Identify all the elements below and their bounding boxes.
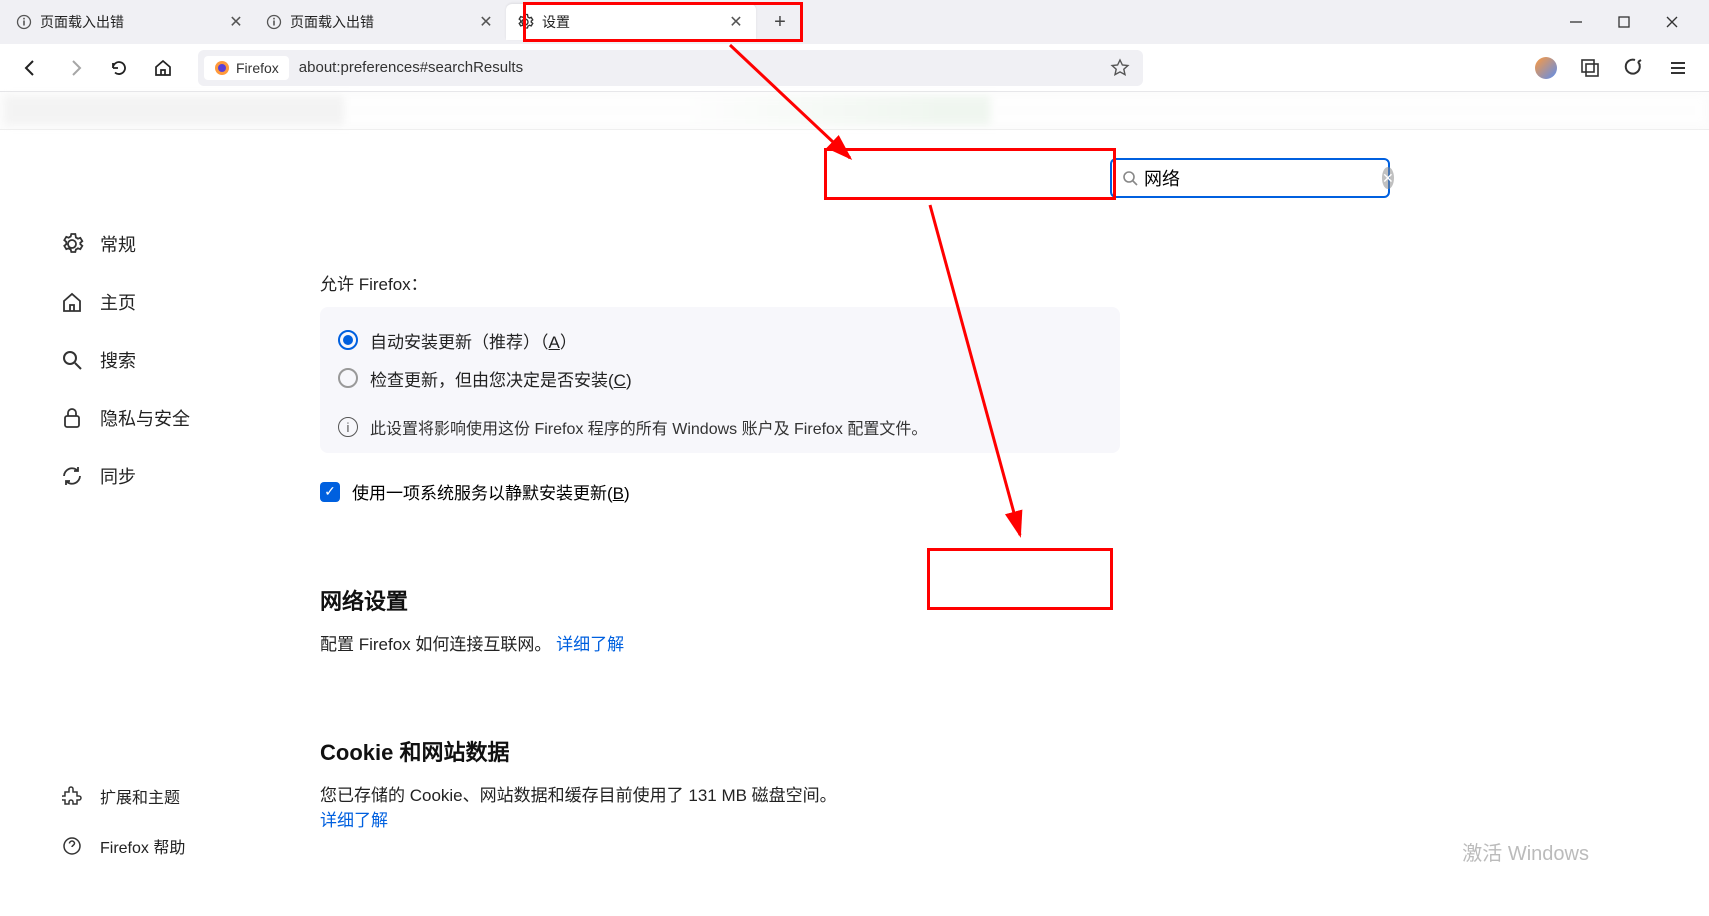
bookmark-star-icon[interactable] [1103, 51, 1137, 85]
sync-icon [60, 464, 84, 488]
learn-more-link[interactable]: 详细了解 [556, 635, 624, 654]
url-identity[interactable]: Firefox [204, 56, 289, 80]
checkbox-checked-icon: ✓ [320, 482, 340, 502]
option-label: 自动安装更新（推荐）（A） [370, 328, 577, 353]
firefox-logo-icon [214, 60, 230, 76]
url-brand-label: Firefox [236, 60, 279, 76]
clear-search-button[interactable]: ✕ [1382, 167, 1394, 189]
close-window-button[interactable] [1659, 9, 1685, 35]
info-icon [266, 14, 282, 30]
sidebar-item-help[interactable]: Firefox 帮助 [50, 826, 280, 866]
gear-icon [60, 232, 84, 256]
close-icon[interactable]: ✕ [226, 12, 246, 32]
menu-button[interactable] [1661, 51, 1695, 85]
sidebar-item-label: 搜索 [100, 347, 136, 373]
network-settings-title: 网络设置 [320, 584, 1629, 616]
info-icon: i [338, 417, 358, 437]
sidebar-item-general[interactable]: 常规 [50, 220, 280, 268]
sidebar-item-label: 隐私与安全 [100, 405, 190, 431]
cookies-desc: 您已存储的 Cookie、网站数据和缓存目前使用了 131 MB 磁盘空间。 详… [320, 781, 1629, 831]
home-icon [60, 290, 84, 314]
tab-settings[interactable]: 设置 ✕ [506, 4, 756, 40]
reload-button[interactable] [102, 51, 136, 85]
tab-2[interactable]: 页面载入出错 ✕ [256, 4, 506, 40]
url-bar[interactable]: Firefox about:preferences#searchResults [198, 50, 1143, 86]
settings-search-input[interactable]: ✕ [1110, 158, 1390, 198]
sidebar-item-extensions[interactable]: 扩展和主题 [50, 776, 280, 816]
home-button[interactable] [146, 51, 180, 85]
close-icon[interactable]: ✕ [476, 12, 496, 32]
search-field[interactable] [1138, 168, 1382, 189]
maximize-button[interactable] [1611, 9, 1637, 35]
sidebar-item-label: 同步 [100, 463, 136, 489]
learn-more-link[interactable]: 详细了解 [320, 811, 388, 830]
sidebar-item-label: 主页 [100, 289, 136, 315]
checkbox-label: 使用一项系统服务以静默安装更新(B) [352, 479, 630, 504]
screenshot-button[interactable] [1573, 51, 1607, 85]
window-controls [1563, 9, 1703, 35]
tab-bar: 页面载入出错 ✕ 页面载入出错 ✕ 设置 ✕ + [0, 0, 1709, 44]
info-icon [16, 14, 32, 30]
sidebar-item-label: 常规 [100, 231, 136, 257]
sidebar-item-home[interactable]: 主页 [50, 278, 280, 326]
annotation-arrow [720, 40, 900, 170]
library-button[interactable] [1617, 51, 1651, 85]
tab-title: 页面载入出错 [40, 12, 124, 32]
sidebar-item-privacy[interactable]: 隐私与安全 [50, 394, 280, 442]
cookies-title: Cookie 和网站数据 [320, 735, 1629, 767]
avatar-icon [1535, 57, 1557, 79]
radio-unchecked-icon [338, 368, 358, 388]
tab-title: 设置 [542, 12, 570, 32]
url-text: about:preferences#searchResults [289, 59, 523, 76]
sidebar-item-label: 扩展和主题 [100, 784, 180, 808]
lock-icon [60, 406, 84, 430]
gear-icon [516, 13, 534, 31]
sidebar-item-sync[interactable]: 同步 [50, 452, 280, 500]
search-icon [60, 348, 84, 372]
windows-watermark: 激活 Windows [1462, 837, 1589, 866]
new-tab-button[interactable]: + [764, 6, 796, 38]
settings-sidebar: 常规 主页 搜索 隐私与安全 同步 扩展和主题 Firefox 帮助 [0, 130, 280, 916]
close-icon[interactable]: ✕ [726, 12, 746, 32]
tab-title: 页面载入出错 [290, 12, 374, 32]
annotation-arrow [920, 200, 1080, 550]
sidebar-item-label: Firefox 帮助 [100, 834, 185, 858]
network-settings-desc: 配置 Firefox 如何连接互联网。 详细了解 [320, 630, 1629, 655]
sidebar-item-search[interactable]: 搜索 [50, 336, 280, 384]
forward-button[interactable] [58, 51, 92, 85]
radio-checked-icon [338, 330, 358, 350]
back-button[interactable] [14, 51, 48, 85]
puzzle-icon [60, 784, 84, 808]
tab-1[interactable]: 页面载入出错 ✕ [6, 4, 256, 40]
help-icon [60, 834, 84, 858]
minimize-button[interactable] [1563, 9, 1589, 35]
option-label: 检查更新，但由您决定是否安装(C) [370, 366, 632, 391]
search-icon [1122, 170, 1138, 186]
info-text: 此设置将影响使用这份 Firefox 程序的所有 Windows 账户及 Fir… [370, 415, 927, 439]
account-button[interactable] [1529, 51, 1563, 85]
